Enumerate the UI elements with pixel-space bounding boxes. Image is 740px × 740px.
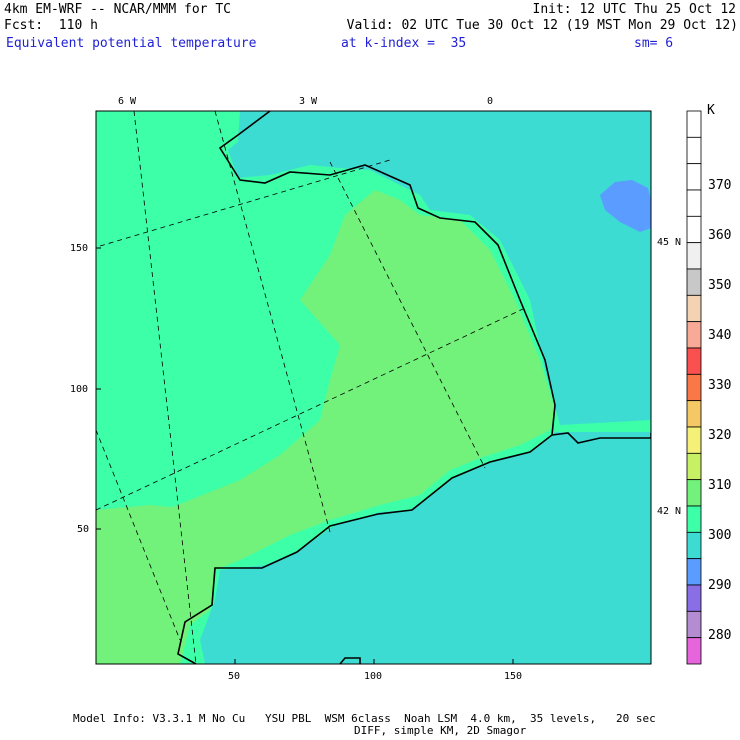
colorbar-label: 350 xyxy=(708,278,732,293)
colorbar-swatch xyxy=(686,136,702,165)
colorbar-swatch xyxy=(686,110,702,138)
x-tick-label-50: 50 xyxy=(228,671,241,682)
colorbar-swatch xyxy=(686,163,702,191)
lon-label-0: 0 xyxy=(487,96,494,107)
colorbar-swatch xyxy=(686,452,702,481)
colorbar-swatch xyxy=(686,294,702,323)
colorbar-swatch xyxy=(686,347,702,375)
x-tick-label-150: 150 xyxy=(504,671,523,682)
colorbar-swatch xyxy=(686,637,702,665)
colorbar-label: 370 xyxy=(708,178,732,193)
lon-label-3w: 3 W xyxy=(299,96,318,107)
colorbar-swatch xyxy=(686,242,702,270)
colorbar-swatch xyxy=(686,479,702,507)
colorbar-label: 320 xyxy=(708,428,732,443)
colorbar-swatch xyxy=(686,400,702,428)
map-figure xyxy=(95,110,702,665)
colorbar-swatch xyxy=(686,373,702,402)
colorbar-swatch xyxy=(686,610,702,639)
model-info-diffusion: DIFF, simple KM, 2D Smagor xyxy=(354,724,527,737)
colorbar xyxy=(686,110,702,665)
colorbar-swatch xyxy=(686,426,702,454)
colorbar-label: 360 xyxy=(708,228,732,243)
y-tick-label-100: 100 xyxy=(70,384,89,395)
colorbar-swatch xyxy=(686,584,702,612)
colorbar-label: 280 xyxy=(708,628,732,643)
x-tick-label-100: 100 xyxy=(364,671,383,682)
colorbar-label: 290 xyxy=(708,578,732,593)
colorbar-swatch xyxy=(686,321,702,349)
lat-label-42n: 42 N xyxy=(657,506,682,517)
colorbar-swatch xyxy=(686,558,702,586)
lat-label-45n: 45 N xyxy=(657,237,682,248)
colorbar-swatch xyxy=(686,189,702,217)
colorbar-swatch xyxy=(686,215,702,244)
map-fields xyxy=(96,111,651,664)
colorbar-label: 300 xyxy=(708,528,732,543)
lon-label-6w: 6 W xyxy=(118,96,137,107)
colorbar-unit: K xyxy=(707,103,715,118)
colorbar-swatch xyxy=(686,505,702,533)
colorbar-label: 340 xyxy=(708,328,732,343)
y-tick-label-150: 150 xyxy=(70,243,89,254)
colorbar-label: 310 xyxy=(708,478,732,493)
colorbar-swatch xyxy=(686,268,702,296)
colorbar-label: 330 xyxy=(708,378,732,393)
colorbar-swatch xyxy=(686,531,702,560)
y-tick-label-50: 50 xyxy=(77,524,90,535)
